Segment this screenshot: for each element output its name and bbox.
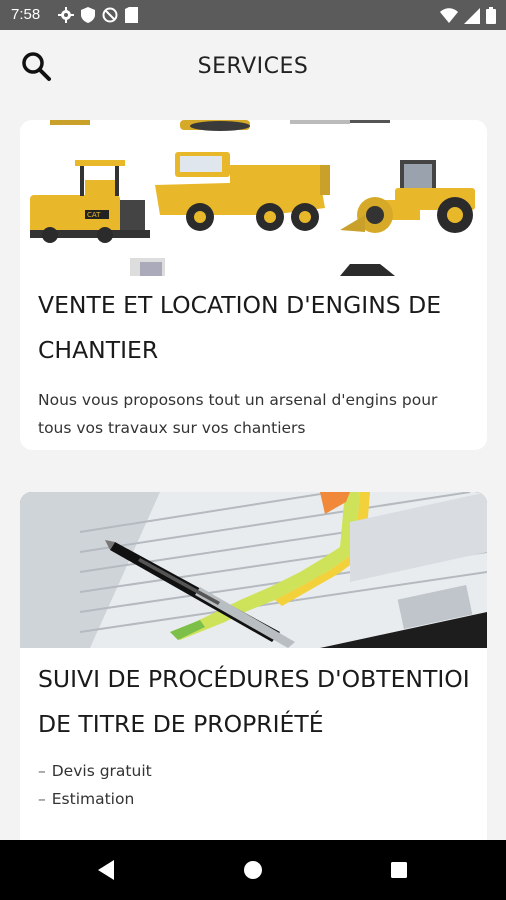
card-description: Nous vous proposons tout un arsenal d'en… bbox=[38, 391, 438, 437]
home-button[interactable] bbox=[237, 854, 269, 886]
list-item: – Devis gratuit bbox=[38, 762, 152, 780]
app-bar: SERVICES bbox=[0, 30, 506, 100]
list-item-label: Devis gratuit bbox=[51, 762, 152, 780]
status-right-icons bbox=[440, 7, 496, 24]
card-title-line1: SUIVI DE PROCÉDURES D'OBTENTIOI bbox=[38, 665, 470, 693]
list-item: – Estimation bbox=[38, 790, 135, 808]
svg-text:CAT: CAT bbox=[87, 211, 101, 219]
shield-icon bbox=[81, 7, 95, 23]
home-icon bbox=[244, 861, 262, 879]
recents-icon bbox=[391, 862, 407, 878]
service-card-property[interactable]: SUIVI DE PROCÉDURES D'OBTENTIOI DE TITRE… bbox=[20, 492, 487, 840]
navigation-bar bbox=[0, 840, 506, 900]
signal-icon bbox=[464, 7, 480, 24]
no-disturb-icon bbox=[102, 7, 118, 23]
services-list[interactable]: CAT VENTE ET LOCATION D'ENGINS DE CHANTI… bbox=[0, 100, 506, 840]
service-card-machinery[interactable]: CAT VENTE ET LOCATION D'ENGINS DE CHANTI… bbox=[20, 120, 487, 450]
back-icon bbox=[98, 860, 114, 880]
recents-button[interactable] bbox=[383, 854, 415, 886]
card-title-line2: DE TITRE DE PROPRIÉTÉ bbox=[38, 710, 324, 738]
construction-machinery-image: CAT bbox=[20, 120, 487, 276]
battery-icon bbox=[486, 7, 496, 24]
status-left-icons bbox=[58, 7, 138, 23]
back-button[interactable] bbox=[90, 854, 122, 886]
gear-icon bbox=[58, 7, 74, 23]
list-item-label: Estimation bbox=[51, 790, 135, 808]
card-title: VENTE ET LOCATION D'ENGINS DE CHANTIER bbox=[38, 291, 442, 364]
status-time: 7:58 bbox=[11, 6, 41, 23]
wifi-icon bbox=[440, 7, 458, 23]
document-with-pen-image bbox=[20, 492, 487, 648]
status-bar: 7:58 bbox=[0, 0, 506, 30]
page-title: SERVICES bbox=[197, 54, 309, 79]
sim-card-icon bbox=[125, 7, 138, 23]
card-feature-list: – Devis gratuit – Estimation bbox=[38, 757, 152, 813]
